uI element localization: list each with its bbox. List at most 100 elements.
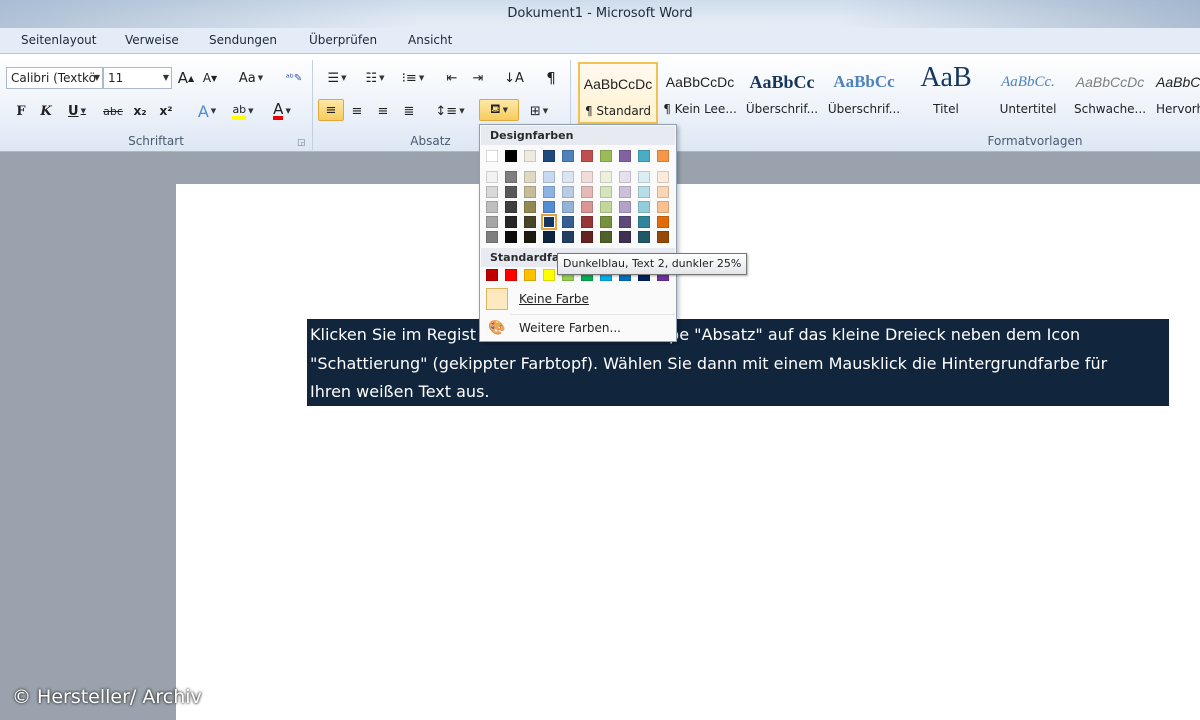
italic-button[interactable]: K [37,100,55,122]
color-swatch[interactable] [600,201,612,213]
color-swatch[interactable] [619,216,631,228]
color-swatch[interactable] [505,216,517,228]
multilevel-list-button[interactable]: ⁝≡ ▼ [398,67,428,89]
font-size-box[interactable]: 11 ▼ [103,67,172,89]
color-swatch[interactable] [505,186,517,198]
color-swatch[interactable] [562,150,574,162]
borders-button[interactable]: ⊞ ▼ [522,100,556,122]
color-swatch[interactable] [638,231,650,243]
color-swatch[interactable] [486,231,498,243]
color-swatch[interactable] [543,231,555,243]
decrease-indent-button[interactable]: ⇤ [441,67,463,89]
document-text[interactable]: Klicken Sie im Regist pe "Absatz" auf das… [310,321,1154,407]
color-swatch[interactable] [600,231,612,243]
color-swatch[interactable] [486,171,498,183]
style-hervorhebung[interactable]: AaBbC Hervorh [1152,62,1200,124]
color-swatch[interactable] [541,214,557,230]
color-swatch[interactable] [543,171,555,183]
color-swatch[interactable] [524,186,536,198]
color-swatch[interactable] [657,186,669,198]
underline-button[interactable]: U ▼ [62,100,92,122]
color-swatch[interactable] [543,269,555,281]
superscript-button[interactable]: x² [156,100,176,122]
tab-ansicht[interactable]: Ansicht [408,33,452,47]
tab-seitenlayout[interactable]: Seitenlayout [21,33,96,47]
color-swatch[interactable] [657,150,669,162]
color-swatch[interactable] [486,216,498,228]
more-colors-item[interactable]: 🎨 Weitere Farben... [481,315,675,341]
color-swatch[interactable] [524,150,536,162]
color-swatch[interactable] [562,201,574,213]
bold-button[interactable]: F [12,100,30,122]
color-swatch[interactable] [581,231,593,243]
clear-format-button[interactable]: ᵃᵇ✎ [283,67,305,89]
subscript-button[interactable]: x₂ [130,100,150,122]
color-swatch[interactable] [562,171,574,183]
tab-ueberpruefen[interactable]: Überprüfen [309,33,377,47]
color-swatch[interactable] [486,150,498,162]
increase-indent-button[interactable]: ⇥ [467,67,489,89]
sort-button[interactable]: ↓A [502,67,526,89]
style-ueberschrift-2[interactable]: AaBbCc Überschrif... [824,62,904,124]
color-swatch[interactable] [543,186,555,198]
color-swatch[interactable] [505,171,517,183]
style-ueberschrift-1[interactable]: AaBbCc Überschrif... [742,62,822,124]
line-spacing-button[interactable]: ↕≡ ▼ [434,100,466,122]
color-swatch[interactable] [505,150,517,162]
font-name-box[interactable]: Calibri (Textkö ▼ [6,67,103,89]
color-swatch[interactable] [505,269,517,281]
shading-button[interactable]: ⛾ ▼ [479,99,519,121]
color-swatch[interactable] [524,216,536,228]
style-standard[interactable]: AaBbCcDc ¶ Standard [578,62,658,124]
color-swatch[interactable] [619,201,631,213]
color-swatch[interactable] [581,186,593,198]
color-swatch[interactable] [657,201,669,213]
no-color-item[interactable]: Keine Farbe [481,286,675,312]
tab-sendungen[interactable]: Sendungen [209,33,277,47]
bullets-button[interactable]: ☰ ▼ [320,67,354,89]
color-swatch[interactable] [524,201,536,213]
color-swatch[interactable] [562,216,574,228]
color-swatch[interactable] [562,231,574,243]
color-swatch[interactable] [619,150,631,162]
style-schwache-hervorhebung[interactable]: AaBbCcDc Schwache... [1070,62,1150,124]
highlight-button[interactable]: ab ▼ [226,100,260,122]
style-titel[interactable]: AaB Titel [906,62,986,124]
color-swatch[interactable] [657,216,669,228]
color-swatch[interactable] [638,171,650,183]
style-kein-leerraum[interactable]: AaBbCcDc ¶ Kein Lee... [660,62,740,124]
color-swatch[interactable] [543,150,555,162]
color-swatch[interactable] [600,216,612,228]
color-swatch[interactable] [581,216,593,228]
color-swatch[interactable] [581,150,593,162]
color-swatch[interactable] [505,201,517,213]
justify-button[interactable]: ≣ [398,100,420,122]
align-left-button[interactable]: ≡ [318,99,344,121]
tab-verweise[interactable]: Verweise [125,33,179,47]
color-swatch[interactable] [581,171,593,183]
style-untertitel[interactable]: AaBbCc. Untertitel [988,62,1068,124]
color-swatch[interactable] [657,231,669,243]
color-swatch[interactable] [657,171,669,183]
color-swatch[interactable] [524,171,536,183]
font-color-button[interactable]: A ▼ [265,100,299,122]
grow-font-button[interactable]: A ▲ [176,67,196,89]
color-swatch[interactable] [638,186,650,198]
numbering-button[interactable]: ☷ ▼ [358,67,392,89]
color-swatch[interactable] [600,150,612,162]
change-case-button[interactable]: Aa ▼ [236,67,266,89]
color-swatch[interactable] [524,231,536,243]
color-swatch[interactable] [638,150,650,162]
color-swatch[interactable] [638,216,650,228]
color-swatch[interactable] [619,186,631,198]
align-center-button[interactable]: ≡ [346,100,368,122]
color-swatch[interactable] [505,231,517,243]
color-swatch[interactable] [600,186,612,198]
dialog-launcher-icon[interactable]: ◲ [297,138,306,148]
color-swatch[interactable] [562,186,574,198]
color-swatch[interactable] [619,231,631,243]
show-marks-button[interactable]: ¶ [540,67,562,89]
strikethrough-button[interactable]: abc [102,100,124,122]
color-swatch[interactable] [486,201,498,213]
text-effects-button[interactable]: A ▼ [192,100,222,122]
